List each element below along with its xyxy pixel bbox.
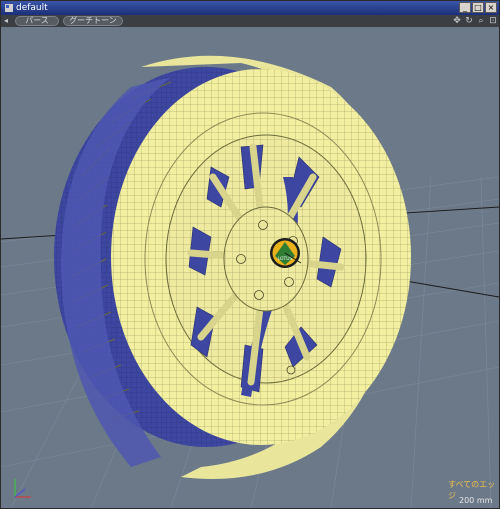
minimize-icon: _ bbox=[463, 3, 467, 12]
3d-viewport[interactable]: LOTUS すべてのエッジ 200 mm bbox=[1, 27, 499, 508]
grid-scale-label: 200 mm bbox=[459, 496, 493, 505]
maximize-button[interactable]: □ bbox=[472, 2, 484, 13]
move-view-icon[interactable]: ✥ bbox=[452, 16, 462, 26]
hub-badge-text: LOTUS bbox=[278, 256, 293, 262]
toolbar-arrow-icon[interactable]: ◂ bbox=[4, 16, 8, 25]
tab-perspective[interactable]: パース bbox=[15, 16, 59, 26]
viewport-toolbar: ◂ パース グーチトーン ✥ ↻ ⌕ ⊡ bbox=[1, 15, 499, 27]
maximize-icon: □ bbox=[474, 3, 482, 12]
title-bar[interactable]: default _ □ × bbox=[1, 1, 499, 15]
fit-view-icon[interactable]: ⊡ bbox=[488, 16, 498, 26]
close-button[interactable]: × bbox=[485, 2, 497, 13]
window-title: default bbox=[16, 3, 48, 13]
axis-gizmo-icon bbox=[14, 479, 31, 498]
rotate-view-icon[interactable]: ↻ bbox=[464, 16, 474, 26]
tab-shading[interactable]: グーチトーン bbox=[63, 16, 123, 26]
viewport-window: default _ □ × ◂ パース グーチトーン ✥ ↻ ⌕ ⊡ LOTUS… bbox=[0, 0, 500, 509]
minimize-button[interactable]: _ bbox=[459, 2, 471, 13]
zoom-view-icon[interactable]: ⌕ bbox=[476, 16, 486, 26]
close-icon: × bbox=[487, 3, 495, 12]
app-icon bbox=[5, 4, 13, 12]
wheel-model-canvas: LOTUS bbox=[1, 55, 499, 508]
valve-stem bbox=[286, 365, 296, 375]
